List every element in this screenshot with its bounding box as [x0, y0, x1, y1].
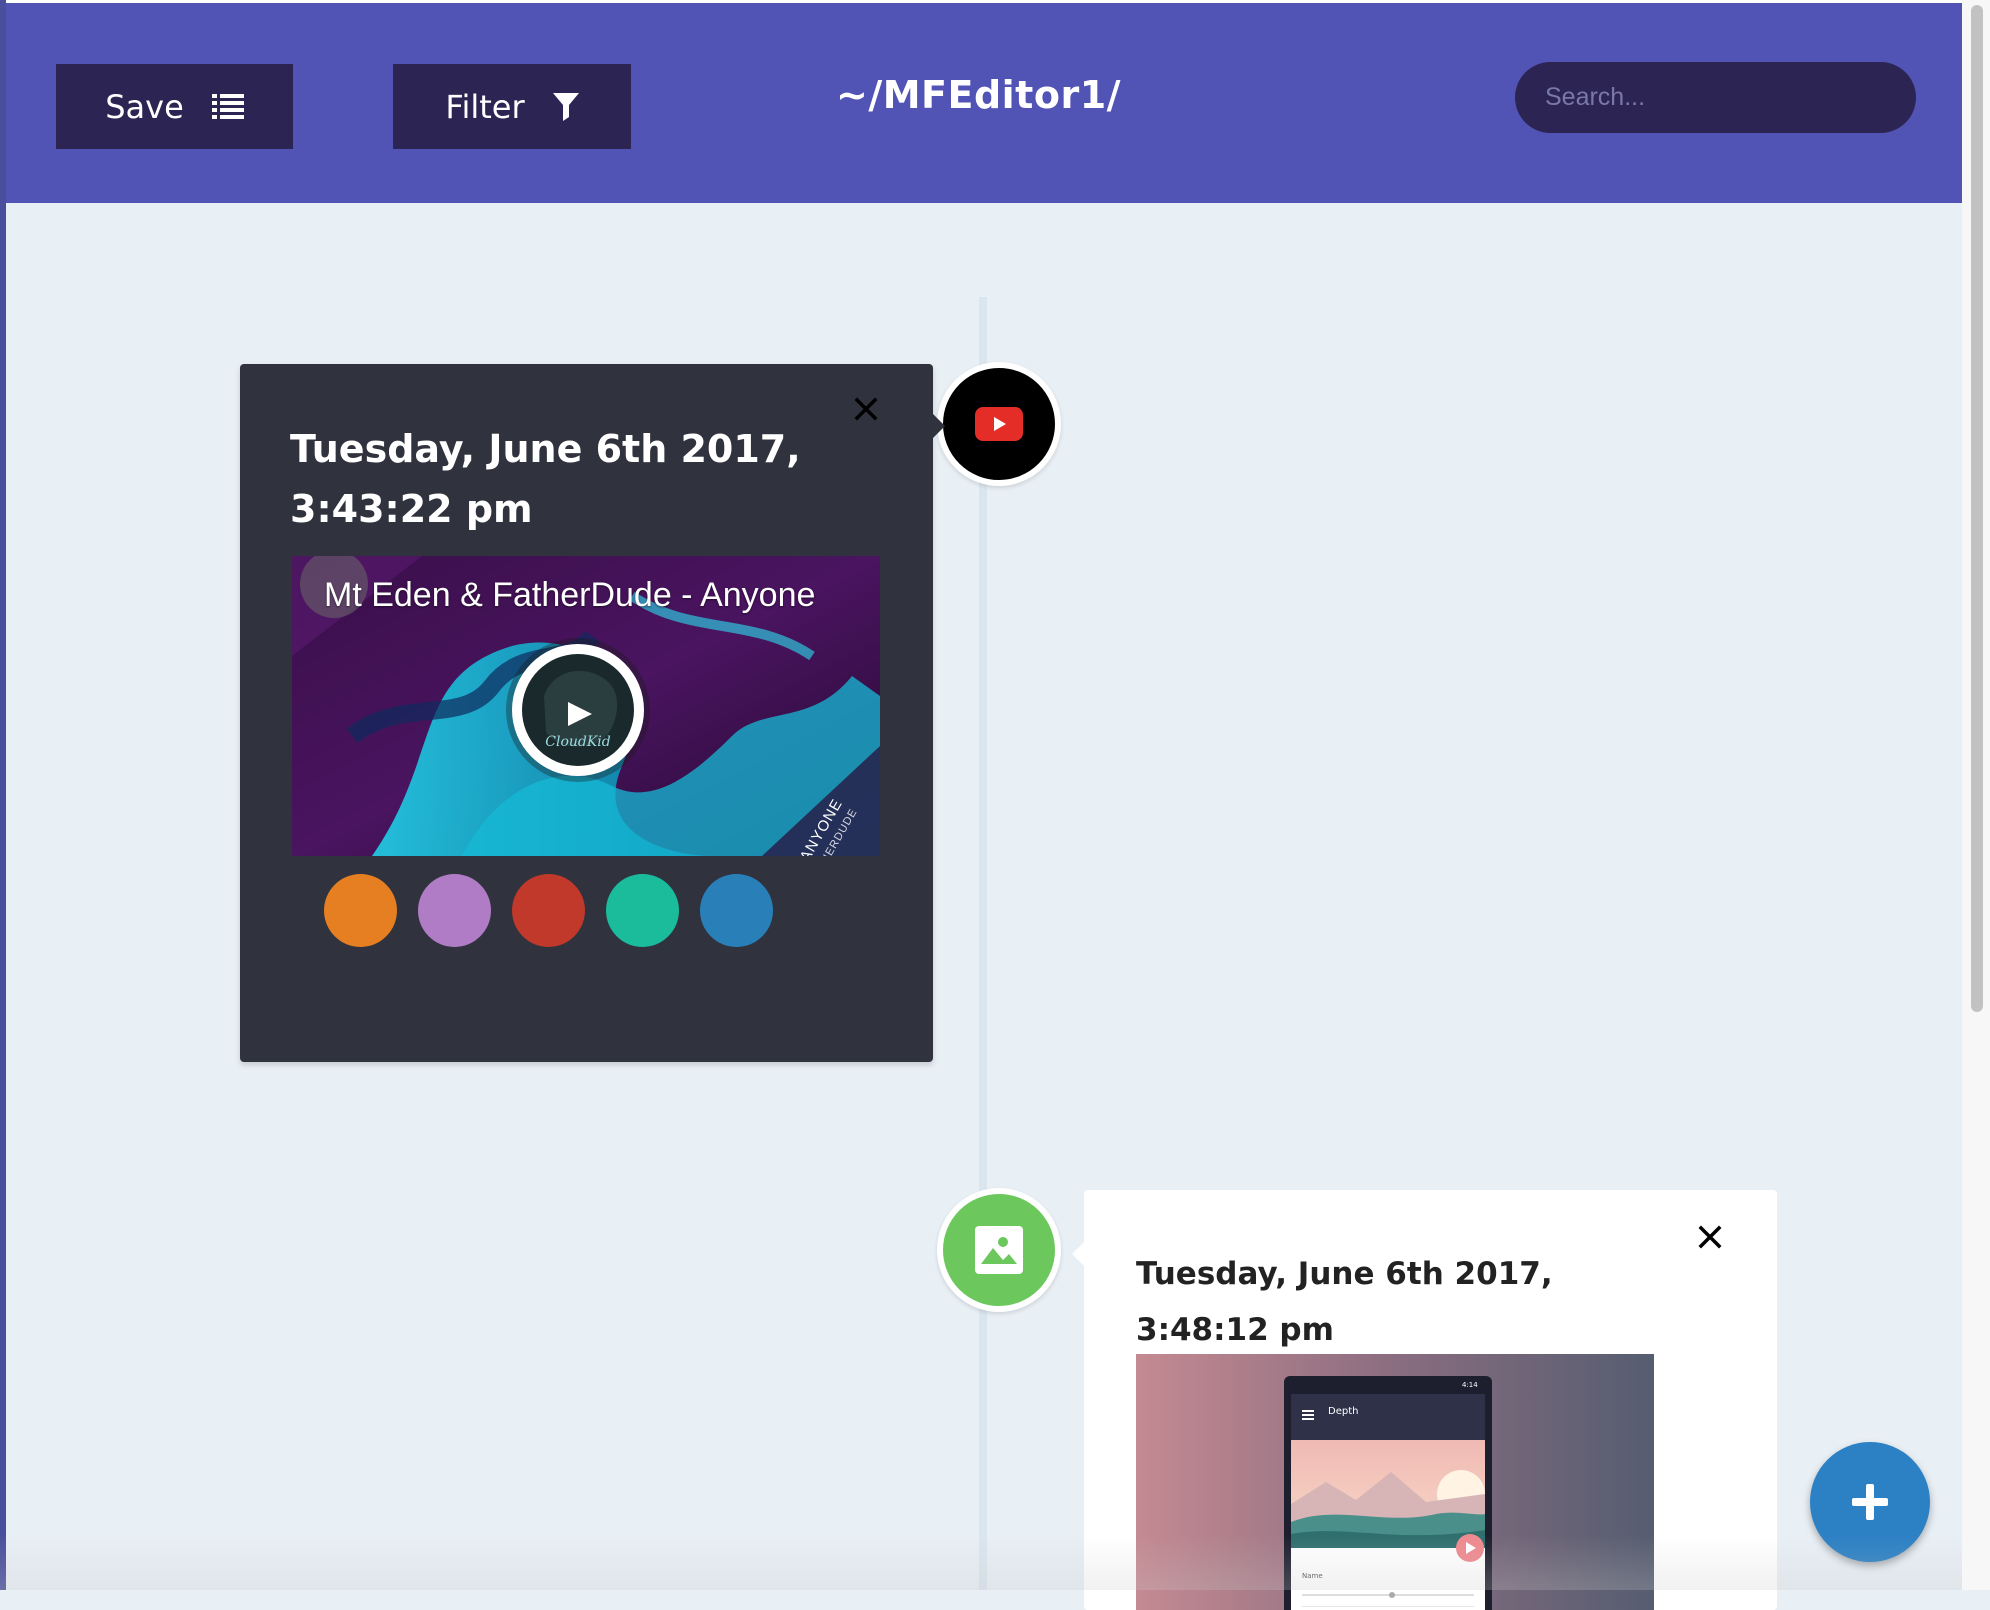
timeline-node-image[interactable]: [937, 1188, 1061, 1312]
app-field-label: Name: [1302, 1572, 1323, 1580]
close-icon[interactable]: [1695, 1222, 1725, 1252]
card-date: Tuesday, June 6th 2017, 3:43:22 pm: [290, 427, 801, 531]
color-swatch-red[interactable]: [512, 874, 585, 947]
timeline-card-video: Tuesday, June 6th 2017, 3:43:22 pm Cloud…: [240, 364, 945, 1062]
card-date: Tuesday, June 6th 2017, 3:48:12 pm: [1136, 1256, 1553, 1348]
video-title: Mt Eden & FatherDude - Anyone: [324, 576, 816, 614]
app-status-time: 4:14: [1462, 1381, 1478, 1389]
scrollbar-thumb[interactable]: [1971, 5, 1983, 1012]
filter-icon: [552, 92, 579, 121]
add-entry-button[interactable]: [1810, 1442, 1930, 1562]
svg-text:CloudKid: CloudKid: [545, 734, 611, 750]
page-title: ~/MFEditor1/: [836, 73, 1122, 117]
color-swatch-blue[interactable]: [700, 874, 773, 947]
search-input[interactable]: [1515, 62, 1916, 133]
close-icon[interactable]: [851, 394, 881, 424]
timeline-node-video[interactable]: [937, 362, 1061, 486]
timeline-line: [979, 297, 987, 1590]
color-swatch-purple[interactable]: [418, 874, 491, 947]
image-thumbnail[interactable]: 4:14 Depth Name: [1136, 1354, 1654, 1610]
filter-button[interactable]: Filter: [393, 64, 631, 149]
color-swatches: [324, 874, 773, 947]
plus-icon: [1852, 1484, 1888, 1520]
save-button-label: Save: [105, 87, 184, 126]
list-icon: [211, 93, 244, 119]
app-header: Save Filter ~/MFEditor1/: [6, 3, 1962, 203]
color-swatch-orange[interactable]: [324, 874, 397, 947]
app-screenshot: [1136, 1354, 1654, 1610]
timeline-card-image: Tuesday, June 6th 2017, 3:48:12 pm 4:14 …: [1072, 1190, 1777, 1610]
app-title: Depth: [1328, 1406, 1359, 1417]
filter-button-label: Filter: [445, 87, 525, 126]
window-left-edge: [0, 0, 6, 1590]
save-button[interactable]: Save: [56, 64, 293, 149]
video-thumbnail[interactable]: CloudKid Mt Eden & FatherDude - Anyone A…: [292, 556, 880, 856]
color-swatch-teal[interactable]: [606, 874, 679, 947]
youtube-icon: [975, 407, 1023, 441]
image-icon: [975, 1226, 1023, 1274]
